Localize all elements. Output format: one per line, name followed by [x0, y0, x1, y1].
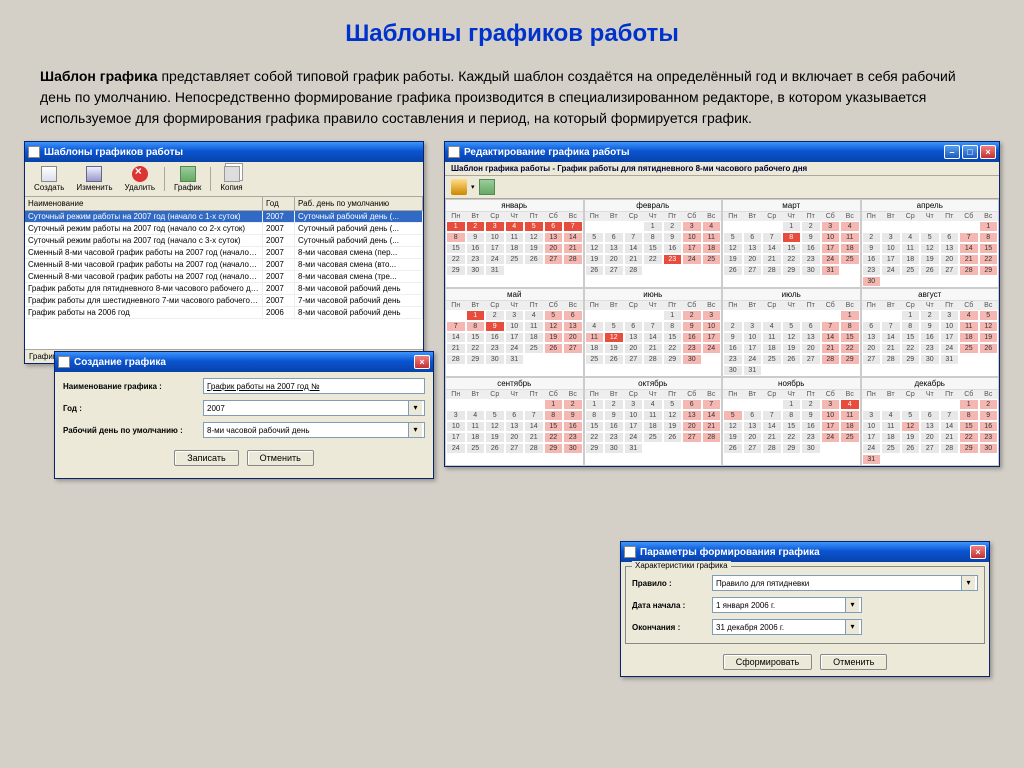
start-label: Дата начала :	[632, 601, 712, 610]
close-button[interactable]: ×	[414, 355, 430, 369]
default-label: Рабочий день по умолчанию :	[63, 426, 203, 435]
window-title: Создание графика	[74, 357, 166, 368]
window-title: Редактирование графика работы	[464, 147, 629, 158]
delete-button[interactable]: Удалить	[120, 164, 161, 194]
edit-icon	[86, 166, 102, 182]
window-icon	[28, 146, 40, 158]
fieldset-legend: Характеристики графика	[632, 561, 731, 570]
year-select[interactable]: 2007	[203, 400, 425, 416]
description: Шаблон графика представляет собой типово…	[0, 58, 1024, 141]
desc-text: представляет собой типовой график работы…	[40, 68, 956, 126]
close-button[interactable]: ×	[970, 545, 986, 559]
default-select[interactable]: 8-ми часовой рабочий день	[203, 422, 425, 438]
titlebar[interactable]: Шаблоны графиков работы	[25, 142, 423, 162]
maximize-button[interactable]: □	[962, 145, 978, 159]
table-row[interactable]: Сменный 8-ми часовой график работы на 20…	[25, 259, 423, 271]
copy-icon	[224, 166, 240, 182]
name-label: Наименование графика :	[63, 382, 203, 391]
desc-bold: Шаблон графика	[40, 68, 158, 84]
table-row[interactable]: Сменный 8-ми часовой график работы на 20…	[25, 271, 423, 283]
table-row[interactable]: Суточный режим работы на 2007 год (начал…	[25, 211, 423, 223]
templates-grid[interactable]: Наименование Год Раб. день по умолчанию …	[25, 197, 423, 349]
window-icon	[58, 356, 70, 368]
table-row[interactable]: График работы на 2006 год20068-ми часово…	[25, 307, 423, 319]
titlebar[interactable]: Создание графика ×	[55, 352, 433, 372]
copy-button[interactable]: Копия	[215, 164, 247, 194]
table-row[interactable]: Суточный режим работы на 2007 год (начал…	[25, 223, 423, 235]
generate-button[interactable]: Сформировать	[723, 654, 812, 670]
table-row[interactable]: Суточный режим работы на 2007 год (начал…	[25, 235, 423, 247]
col-name[interactable]: Наименование	[25, 197, 263, 210]
save-icon[interactable]	[451, 179, 467, 195]
generation-params-window: Параметры формирования графика × Характе…	[620, 541, 990, 677]
delete-icon	[132, 166, 148, 182]
minimize-button[interactable]: –	[944, 145, 960, 159]
table-row[interactable]: График работы для пятидневного 8-ми часо…	[25, 283, 423, 295]
window-icon	[624, 546, 636, 558]
new-icon	[41, 166, 57, 182]
calendar-grid[interactable]: январьПнВтСрЧтПтСбВс12345678910111213141…	[445, 199, 999, 466]
close-button[interactable]: ×	[980, 145, 996, 159]
schedule-editor-window: Редактирование графика работы – □ × Шабл…	[444, 141, 1000, 467]
col-year[interactable]: Год	[263, 197, 295, 210]
graph-button[interactable]: График	[169, 164, 206, 194]
cancel-button[interactable]: Отменить	[247, 450, 314, 466]
window-title: Шаблоны графиков работы	[44, 147, 183, 158]
save-button[interactable]: Записать	[174, 450, 238, 466]
regen-icon[interactable]	[479, 179, 495, 195]
name-input[interactable]: График работы на 2007 год №	[203, 378, 425, 394]
titlebar[interactable]: Редактирование графика работы – □ ×	[445, 142, 999, 162]
rule-select[interactable]: Правило для пятидневки	[712, 575, 978, 591]
col-default[interactable]: Раб. день по умолчанию	[295, 197, 423, 210]
table-row[interactable]: График работы для шестидневного 7-ми час…	[25, 295, 423, 307]
window-title: Параметры формирования графика	[640, 547, 820, 558]
end-label: Окончания :	[632, 623, 712, 632]
window-icon	[448, 146, 460, 158]
table-row[interactable]: Сменный 8-ми часовой график работы на 20…	[25, 247, 423, 259]
year-label: Год :	[63, 404, 203, 413]
rule-label: Правило :	[632, 579, 712, 588]
page-title: Шаблоны графиков работы	[0, 0, 1024, 58]
start-date[interactable]: 1 января 2006 г.	[712, 597, 862, 613]
cancel-button[interactable]: Отменить	[820, 654, 887, 670]
templates-list-window: Шаблоны графиков работы Создать Изменить…	[24, 141, 424, 364]
toolbar: Создать Изменить Удалить График Копия	[25, 162, 423, 197]
graph-icon	[180, 166, 196, 182]
editor-subtitle: Шаблон графика работы - График работы дл…	[445, 162, 999, 176]
edit-button[interactable]: Изменить	[71, 164, 117, 194]
new-button[interactable]: Создать	[29, 164, 69, 194]
end-date[interactable]: 31 декабря 2006 г.	[712, 619, 862, 635]
editor-toolbar: ▾	[445, 176, 999, 199]
titlebar[interactable]: Параметры формирования графика ×	[621, 542, 989, 562]
create-schedule-window: Создание графика × Наименование графика …	[54, 351, 434, 479]
